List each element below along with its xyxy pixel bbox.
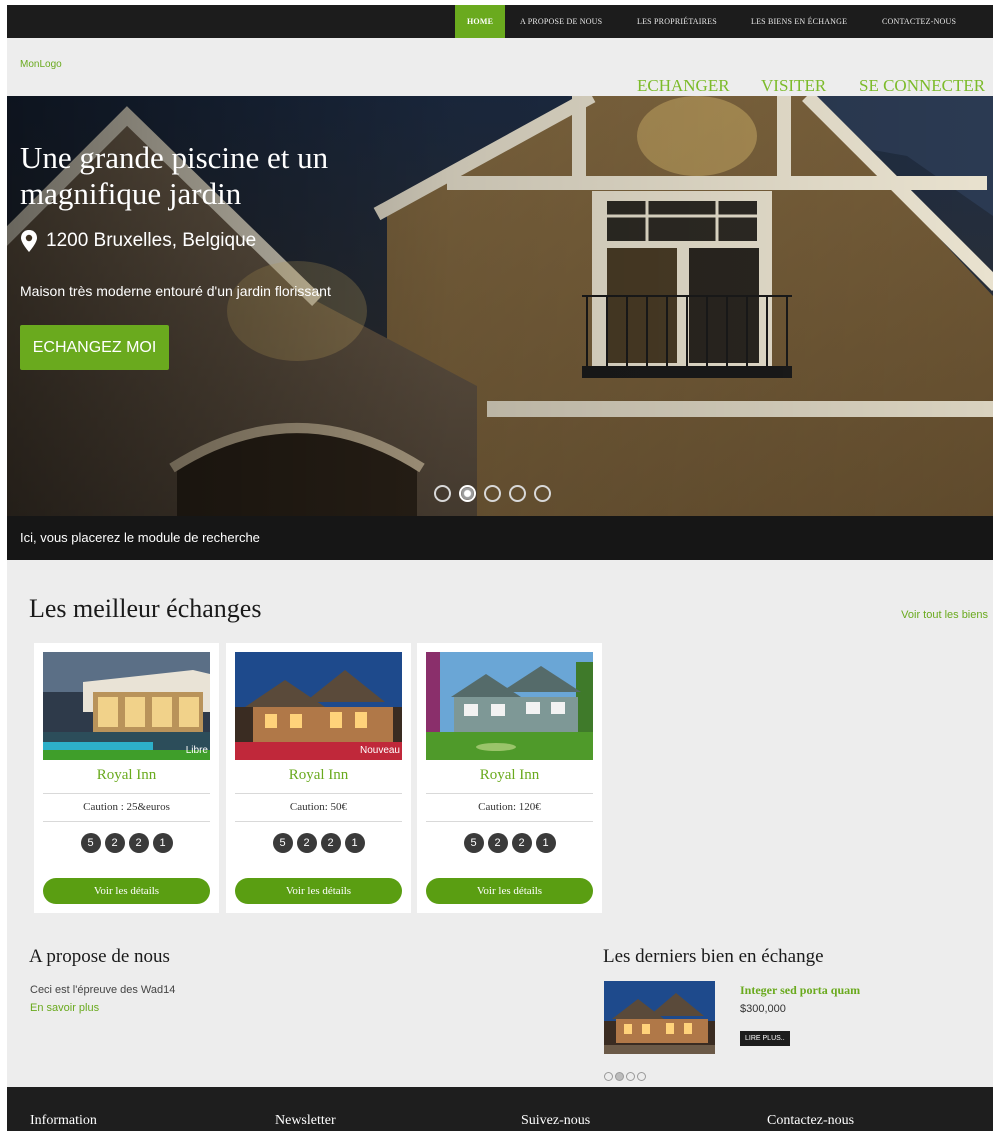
latest-property-price: $300,000 (740, 1003, 786, 1015)
hero-slider: Une grande piscine et un magnifique jard… (7, 96, 993, 516)
property-image[interactable] (426, 652, 593, 760)
slider-dot[interactable] (509, 485, 526, 502)
slider-dot[interactable] (637, 1072, 646, 1081)
divider (426, 793, 593, 794)
nav-item-contact[interactable]: Contactez-nous (882, 5, 956, 38)
feature-count: 2 (104, 833, 125, 853)
feature-count: 5 (463, 833, 484, 853)
slider-dot[interactable] (534, 485, 551, 502)
top-navigation: Home A propose de nous Les propriétaires… (7, 5, 993, 38)
hero-slider-dots (434, 485, 559, 502)
divider (43, 793, 210, 794)
see-all-properties-link[interactable]: Voir tout les biens (901, 609, 988, 621)
page: Home A propose de nous Les propriétaires… (7, 5, 993, 1131)
card-status-badge: Libre (185, 745, 208, 756)
hero-title: Une grande piscine et un magnifique jard… (20, 140, 329, 211)
property-card: Royal Inn Caution: 120€ 5 2 2 1 Voir les… (417, 643, 602, 913)
slider-dot-active[interactable] (459, 485, 476, 502)
card-title[interactable]: Royal Inn (226, 767, 411, 784)
about-title: A propose de nous (29, 946, 170, 967)
latest-property-title[interactable]: Integer sed porta quam (740, 983, 860, 998)
nav-item-about[interactable]: A propose de nous (520, 5, 602, 38)
divider (426, 821, 593, 822)
login-link[interactable]: SE CONNECTER (859, 76, 985, 96)
read-more-button[interactable]: Lire plus.. (740, 1031, 790, 1046)
nav-item-exchange-properties[interactable]: Les biens en échange (751, 5, 847, 38)
feature-count: 2 (511, 833, 532, 853)
hero-description: Maison très moderne entouré d'un jardin … (20, 283, 331, 299)
feature-count: 1 (344, 833, 365, 853)
feature-count: 2 (320, 833, 341, 853)
feature-count: 1 (535, 833, 556, 853)
exchange-me-button[interactable]: ECHANGEZ MOI (20, 325, 169, 370)
slider-dot[interactable] (626, 1072, 635, 1081)
slider-dot[interactable] (434, 485, 451, 502)
card-title[interactable]: Royal Inn (34, 767, 219, 784)
feature-count: 2 (487, 833, 508, 853)
property-image[interactable]: Nouveau (235, 652, 402, 760)
divider (235, 793, 402, 794)
property-card: Nouveau Royal Inn Caution: 50€ 5 2 2 1 V… (226, 643, 411, 913)
card-deposit: Caution : 25&euros (83, 801, 170, 813)
footer-social-heading: Suivez-nous (521, 1113, 591, 1128)
footer-information-heading: Information (30, 1113, 97, 1128)
exchange-link[interactable]: ECHANGER (637, 76, 730, 96)
latest-slider-dots (604, 1072, 648, 1081)
card-features: 5 2 2 1 (226, 833, 411, 853)
slider-dot[interactable] (484, 485, 501, 502)
card-status-badge: Nouveau (359, 745, 400, 756)
search-module-placeholder: Ici, vous placerez le module de recherch… (7, 516, 993, 560)
slider-dot[interactable] (604, 1072, 613, 1081)
slider-dot-active[interactable] (615, 1072, 624, 1081)
divider (235, 821, 402, 822)
learn-more-link[interactable]: En savoir plus (30, 1002, 99, 1014)
about-text: Ceci est l'épreuve des Wad14 (30, 984, 176, 996)
map-pin-icon (21, 230, 37, 252)
property-image[interactable]: Libre (43, 652, 210, 760)
card-title[interactable]: Royal Inn (417, 767, 602, 784)
footer: Information Newsletter Suivez-nous Conta… (7, 1087, 993, 1131)
feature-count: 1 (152, 833, 173, 853)
footer-newsletter-heading: Newsletter (275, 1113, 336, 1128)
view-details-button[interactable]: Voir les détails (43, 878, 210, 904)
view-details-button[interactable]: Voir les détails (426, 878, 593, 904)
hero-location: 1200 Bruxelles, Belgique (20, 230, 256, 252)
feature-count: 2 (296, 833, 317, 853)
card-deposit: Caution: 120€ (478, 801, 541, 813)
feature-count: 5 (272, 833, 293, 853)
property-card: Libre Royal Inn Caution : 25&euros 5 2 2… (34, 643, 219, 913)
view-details-button[interactable]: Voir les détails (235, 878, 402, 904)
site-logo[interactable]: MonLogo (20, 59, 62, 70)
hero-location-text: 1200 Bruxelles, Belgique (46, 230, 257, 251)
card-deposit: Caution: 50€ (289, 801, 348, 813)
nav-item-home[interactable]: Home (455, 5, 506, 38)
feature-count: 2 (128, 833, 149, 853)
card-features: 5 2 2 1 (417, 833, 602, 853)
best-exchanges-title: Les meilleur échanges (29, 594, 262, 623)
latest-exchanges-title: Les derniers bien en échange (603, 946, 824, 967)
nav-item-owners[interactable]: Les propriétaires (637, 5, 717, 38)
feature-count: 5 (80, 833, 101, 853)
latest-property-image[interactable] (604, 981, 715, 1054)
card-features: 5 2 2 1 (34, 833, 219, 853)
visit-link[interactable]: VISITER (761, 76, 826, 96)
footer-contact-heading: Contactez-nous (767, 1113, 855, 1128)
divider (43, 821, 210, 822)
